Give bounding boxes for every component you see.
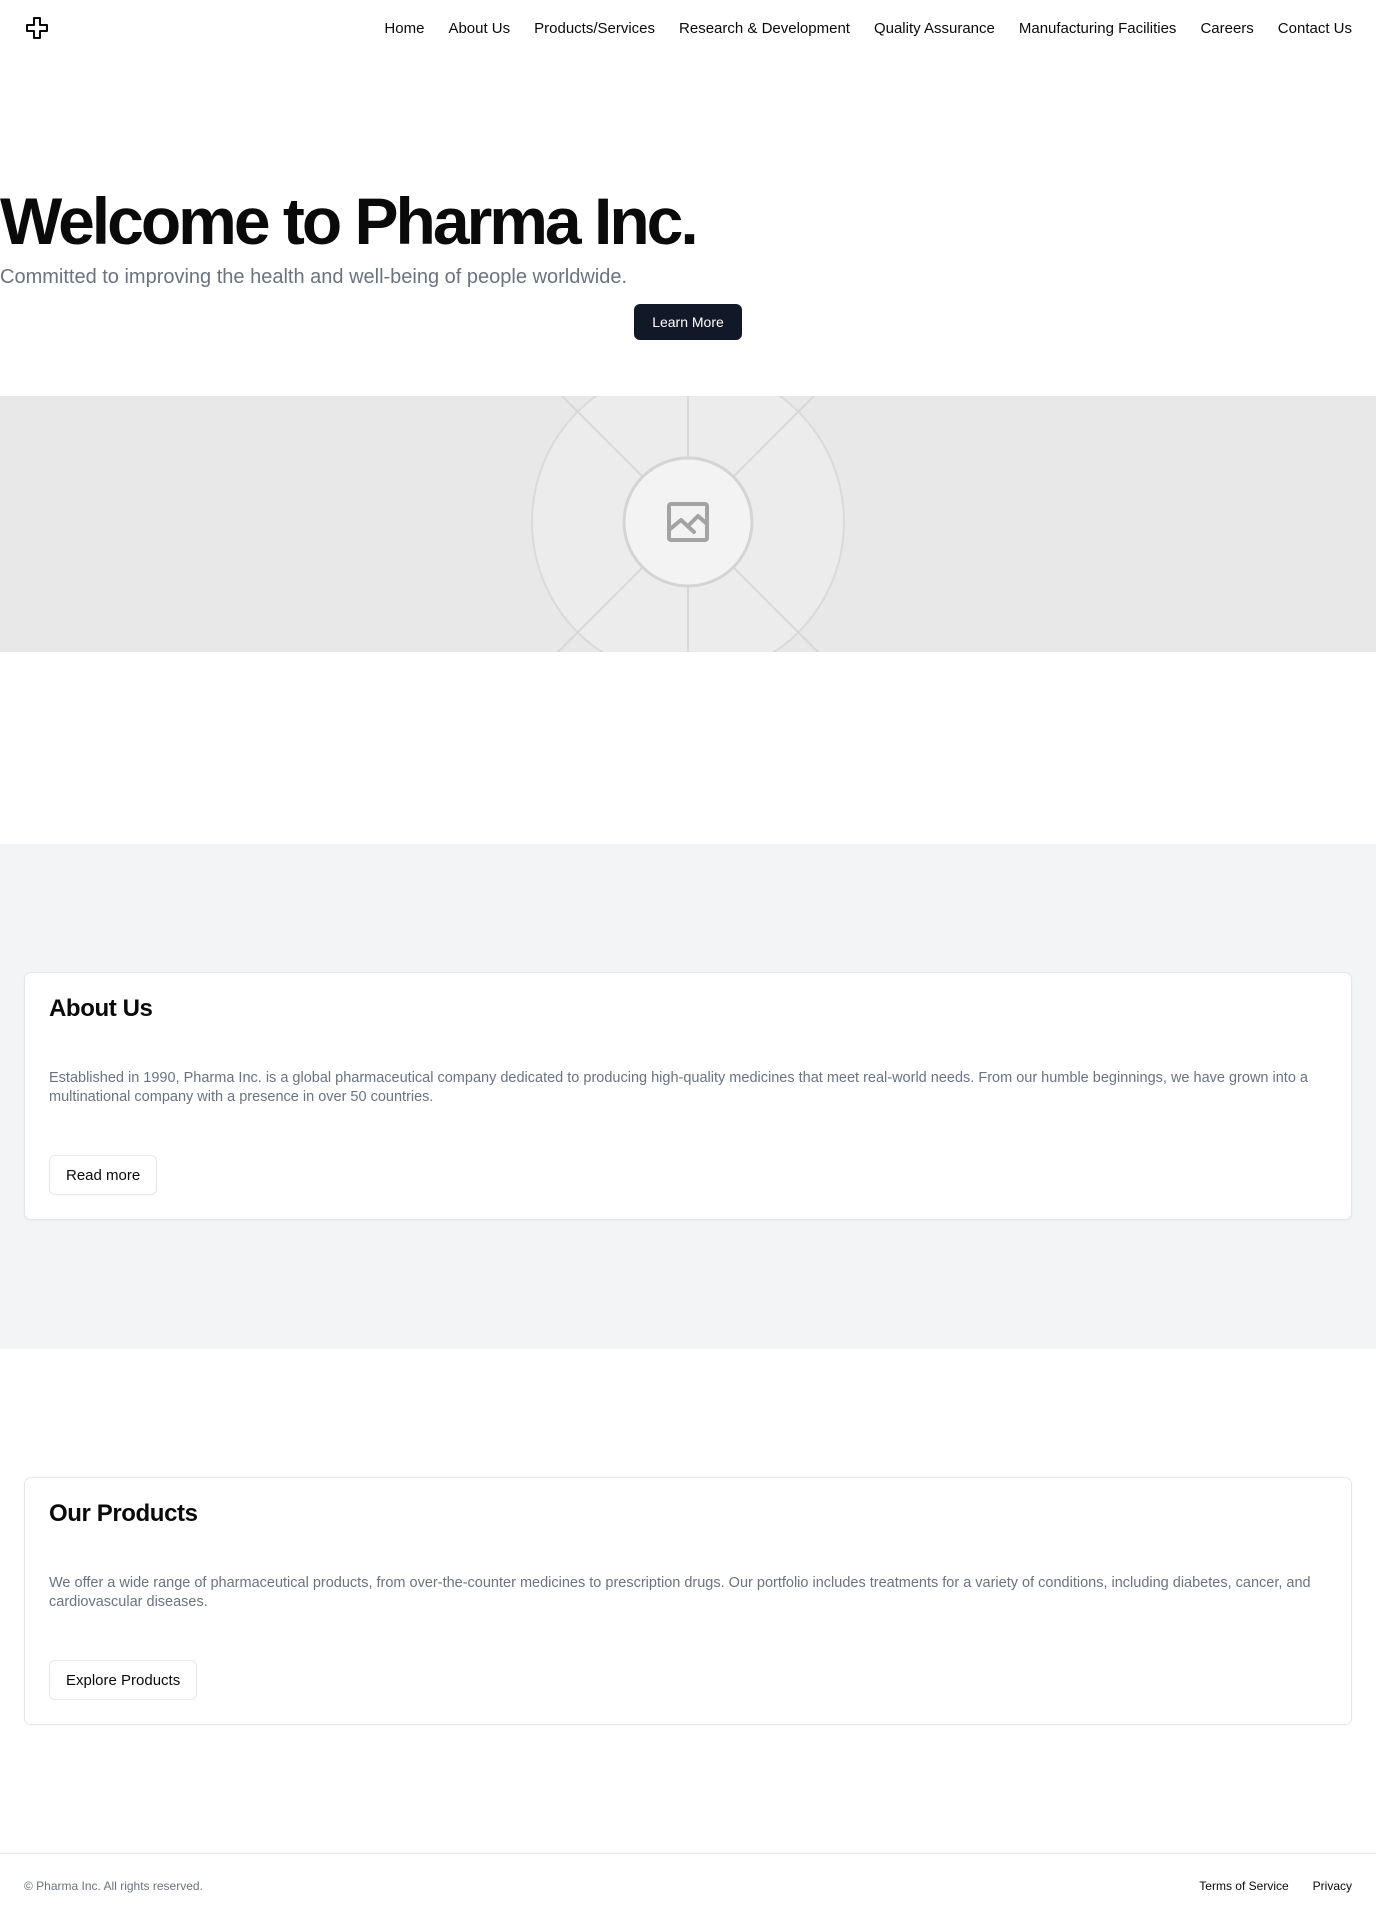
image-placeholder-icon — [666, 500, 710, 544]
site-header: Home About Us Products/Services Research… — [0, 0, 1376, 56]
nav-research-development[interactable]: Research & Development — [679, 20, 850, 37]
products-title: Our Products — [49, 1500, 198, 1527]
main-nav: Home About Us Products/Services Research… — [384, 20, 1352, 37]
nav-contact-us[interactable]: Contact Us — [1278, 20, 1352, 37]
about-text: Established in 1990, Pharma Inc. is a gl… — [49, 1070, 1308, 1105]
hero-title: Welcome to Pharma Inc. — [0, 184, 699, 258]
explore-products-button[interactable]: Explore Products — [49, 1660, 198, 1700]
learn-more-button[interactable]: Learn More — [634, 304, 742, 340]
about-section: About Us Established in 1990, Pharma Inc… — [0, 844, 1376, 1349]
copyright-text: © Pharma Inc. All rights reserved. — [24, 1879, 203, 1893]
nav-products-services[interactable]: Products/Services — [534, 20, 655, 37]
privacy-link[interactable]: Privacy — [1313, 1879, 1352, 1893]
hero-subtitle: Committed to improving the health and we… — [0, 266, 628, 288]
hero-image-placeholder — [0, 396, 1376, 652]
nav-quality-assurance[interactable]: Quality Assurance — [874, 20, 995, 37]
nav-home[interactable]: Home — [384, 20, 424, 37]
about-title: About Us — [49, 995, 153, 1022]
footer-links: Terms of Service Privacy — [1199, 1879, 1352, 1893]
site-footer: © Pharma Inc. All rights reserved. Terms… — [0, 1853, 1376, 1918]
nav-manufacturing-facilities[interactable]: Manufacturing Facilities — [1019, 20, 1177, 37]
medical-cross-icon[interactable] — [24, 15, 50, 41]
read-more-button[interactable]: Read more — [49, 1155, 158, 1195]
products-text: We offer a wide range of pharmaceutical … — [49, 1575, 1311, 1610]
nav-careers[interactable]: Careers — [1200, 20, 1253, 37]
nav-about-us[interactable]: About Us — [448, 20, 510, 37]
products-card: Our Products We offer a wide range of ph… — [24, 1477, 1352, 1725]
terms-of-service-link[interactable]: Terms of Service — [1199, 1879, 1288, 1893]
about-card: About Us Established in 1990, Pharma Inc… — [24, 972, 1352, 1220]
